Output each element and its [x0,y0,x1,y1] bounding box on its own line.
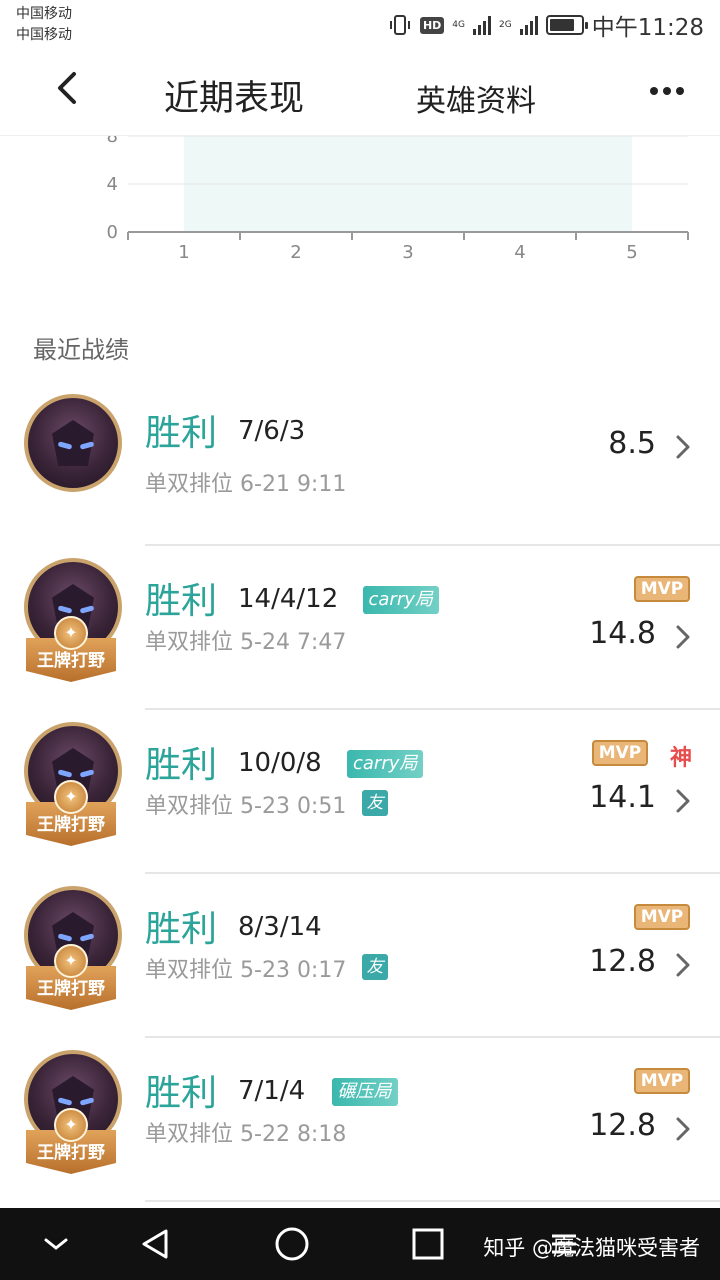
back-nav-icon[interactable] [136,1226,176,1262]
match-mode: 单双排位 [145,630,234,655]
match-meta: 单双排位 5-23 0:51 [145,788,346,820]
friend-badge: 友 [362,790,388,816]
match-time: 6-21 9:11 [240,472,347,497]
status-bar: 中国移动 中国移动 HD 4G 2G 中午11:28 [0,0,720,50]
chevron-right-icon[interactable] [674,624,692,650]
match-score: 12.8 [589,944,656,979]
chart-y-tick-label: 0 [107,222,118,243]
hide-keyboard-icon[interactable] [36,1226,76,1262]
match-row[interactable]: 王牌打野 ✦ 胜利 14/4/12 carry局 单双排位 5-24 7:47 MVP 14.… [0,546,720,710]
match-meta: 单双排位 5-23 0:17 [145,952,346,984]
match-tag: 碾压局 [331,1078,398,1106]
match-mode: 单双排位 [145,472,234,497]
match-result: 胜利 [145,909,218,950]
match-tag: carry局 [362,586,439,614]
chart-x-tick-label: 1 [178,242,189,263]
match-result: 胜利 [145,745,218,786]
hero-avatar [24,394,122,492]
chevron-right-icon[interactable] [674,788,692,814]
network-4g-label: 4G [452,19,465,30]
carrier-info: 中国移动 中国移动 [16,4,72,46]
mvp-badge: MVP [634,576,690,602]
crest-icon: ✦ [54,1108,88,1142]
kda-stats: 14/4/12 [238,584,339,614]
chart-x-tick-label: 5 [626,242,637,263]
match-meta: 单双排位 6-21 9:11 [145,466,346,498]
signal-icon-1 [473,15,491,35]
app-header: 近期表现 英雄资料 [0,50,720,136]
match-meta: 单双排位 5-24 7:47 [145,624,346,656]
network-2g-label: 2G [499,19,512,30]
chart-x-tick-label: 2 [290,242,301,263]
match-mode: 单双排位 [145,958,234,983]
match-row[interactable]: 王牌打野 ✦ 胜利 7/1/4 碾压局 单双排位 5-22 8:18 MVP 12.8 [0,1038,720,1202]
kda-stats: 10/0/8 [238,748,322,778]
god-badge: 神 [669,746,692,771]
section-title-recent-matches: 最近战绩 [33,336,129,364]
crest-icon: ✦ [54,780,88,814]
chart-x-tick-label: 3 [402,242,413,263]
kda-stats: 8/3/14 [238,912,322,942]
more-options-icon[interactable] [650,84,686,98]
match-row[interactable]: 胜利 7/6/3 单双排位 6-21 9:11 8.5 [0,382,720,546]
chevron-right-icon[interactable] [674,952,692,978]
match-tag: carry局 [347,750,424,778]
watermark-text: 知乎 @魔法猫咪受害者 [483,1236,700,1260]
match-time: 5-23 0:51 [240,794,347,819]
signal-icon-2 [519,15,538,35]
match-mode: 单双排位 [145,794,234,819]
home-nav-icon[interactable] [272,1226,312,1262]
hd-badge: HD [419,16,445,34]
carrier-2: 中国移动 [16,27,72,43]
kda-stats: 7/6/3 [238,416,306,446]
kda-stats: 7/1/4 [238,1076,306,1106]
match-row[interactable]: 王牌打野 ✦ 胜利 8/3/14 单双排位 5-23 0:17 友 MVP 12.8 [0,874,720,1038]
row-divider [145,1200,720,1202]
vibrate-icon [389,15,410,35]
recents-nav-icon[interactable] [408,1226,448,1262]
crest-icon: ✦ [54,944,88,978]
friend-badge: 友 [362,954,388,980]
status-icons: HD 4G 2G 中午11:28 [388,10,704,41]
chart-y-tick-label: 8 [107,136,118,147]
carrier-1: 中国移动 [16,6,72,22]
clock: 中午11:28 [591,15,704,41]
performance-chart: 0481 2 3 4 5 [107,136,689,263]
mvp-badge: MVP [634,904,690,930]
match-time: 5-22 8:18 [240,1122,347,1147]
match-time: 5-23 0:17 [240,958,347,983]
match-score: 8.5 [608,426,656,461]
system-nav-bar: 知乎 @魔法猫咪受害者 [0,1208,720,1280]
match-meta: 单双排位 5-22 8:18 [145,1116,346,1148]
mvp-badge: MVP [592,740,648,766]
chart-y-tick-label: 4 [107,174,118,195]
match-time: 5-24 7:47 [240,630,347,655]
mvp-badge: MVP [634,1068,690,1094]
battery-icon [545,15,588,35]
match-score: 14.8 [589,616,656,651]
match-result: 胜利 [145,581,218,622]
tab-hero-info[interactable]: 英雄资料 [416,76,536,120]
match-score: 12.8 [589,1108,656,1143]
match-result: 胜利 [145,1073,218,1114]
tab-recent-performance[interactable]: 近期表现 [164,70,304,121]
match-mode: 单双排位 [145,1122,234,1147]
back-icon[interactable] [48,68,88,108]
match-score: 14.1 [589,780,656,815]
chart-x-tick-label: 4 [514,242,525,263]
crest-icon: ✦ [54,616,88,650]
chevron-right-icon[interactable] [674,1116,692,1142]
match-result: 胜利 [145,413,218,454]
match-row[interactable]: 王牌打野 ✦ 胜利 10/0/8 carry局 单双排位 5-23 0:51 友 MVP 神 14… [0,710,720,874]
chevron-right-icon[interactable] [674,434,692,460]
